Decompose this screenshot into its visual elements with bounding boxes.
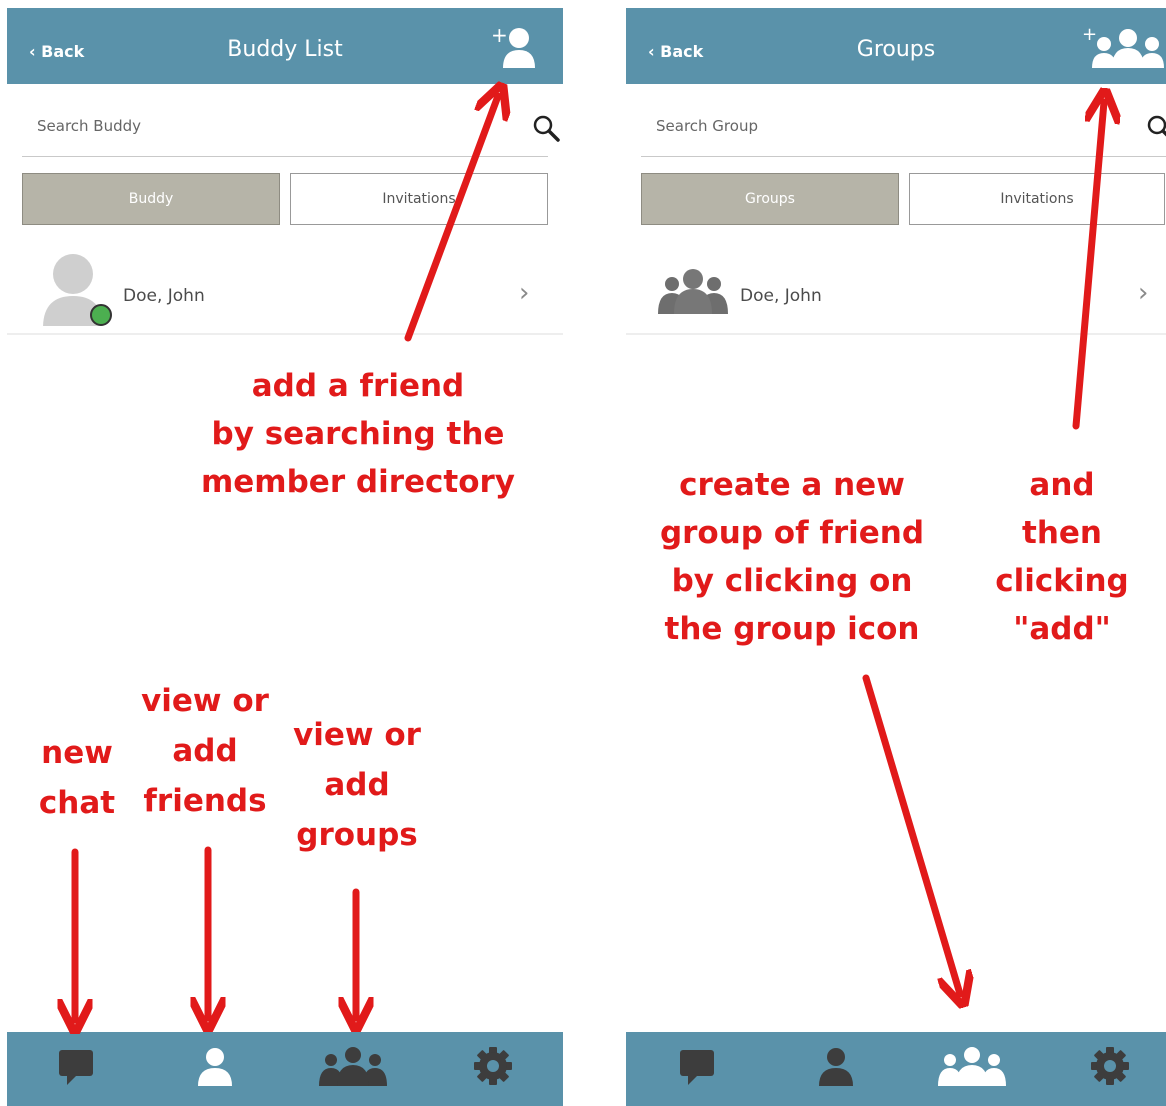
annotation-line: add a friend — [251, 368, 465, 404]
tab-buddy[interactable]: Buddy — [22, 173, 280, 225]
annotation-new-chat: new chat — [22, 728, 132, 828]
search-input[interactable] — [641, 106, 1096, 146]
search-bar — [641, 98, 1166, 157]
chat-icon — [680, 1050, 714, 1085]
add-buddy-icon: + — [491, 23, 535, 68]
annotation-then-add: and then clicking "add" — [982, 461, 1142, 653]
annotation-view-groups: view or add groups — [282, 710, 432, 860]
gear-icon — [1091, 1047, 1129, 1085]
add-group-icon: + — [1082, 24, 1164, 68]
page-title: Buddy List — [227, 37, 343, 62]
annotation-line: "add" — [1013, 611, 1111, 647]
groups-icon — [938, 1047, 1006, 1086]
tab-friends[interactable] — [195, 1046, 235, 1090]
gear-icon — [474, 1047, 512, 1085]
search-icon[interactable] — [532, 114, 560, 142]
annotation-line: groups — [296, 817, 418, 853]
buddy-name: Doe, John — [123, 286, 205, 306]
search-icon[interactable] — [1146, 114, 1166, 142]
add-group-button[interactable]: + — [1082, 24, 1166, 72]
annotation-line: add — [324, 767, 390, 803]
tab-settings[interactable] — [1090, 1046, 1130, 1090]
annotation-line: and — [1029, 467, 1095, 503]
annotation-line: by searching the — [211, 416, 505, 452]
groups-header: ‹ Back Groups + — [626, 8, 1166, 84]
annotation-line: chat — [38, 785, 116, 821]
tab-groups[interactable] — [319, 1046, 387, 1090]
annotation-line: the group icon — [664, 611, 920, 647]
tab-chat[interactable] — [57, 1046, 97, 1090]
annotation-add-friend: add a friend by searching the member dir… — [198, 362, 518, 506]
chat-icon — [59, 1050, 93, 1085]
list-item[interactable]: Doe, John › — [7, 238, 563, 335]
avatar — [43, 254, 112, 326]
annotation-line: group of friend — [659, 515, 925, 551]
annotation-line: view or — [293, 717, 421, 753]
annotation-create-group: create a new group of friend by clicking… — [646, 461, 938, 653]
tab-groups[interactable] — [938, 1046, 1006, 1090]
tab-invitations[interactable]: Invitations — [290, 173, 548, 225]
person-icon — [198, 1048, 232, 1086]
chevron-right-icon: › — [519, 278, 530, 308]
group-avatar-icon — [658, 269, 728, 314]
annotation-line: friends — [143, 783, 267, 819]
search-bar — [22, 98, 560, 157]
svg-text:+: + — [491, 26, 508, 47]
annotation-line: clicking — [995, 563, 1129, 599]
annotation-line: add — [172, 733, 238, 769]
annotation-line: member directory — [200, 464, 516, 500]
annotation-line: view or — [141, 683, 269, 719]
buddy-list-screen: ‹ Back Buddy List + Buddy Invitations Do… — [7, 8, 563, 1106]
group-name: Doe, John — [740, 286, 822, 306]
search-input[interactable] — [22, 106, 477, 146]
annotation-line: new — [41, 735, 113, 771]
svg-text:+: + — [1082, 26, 1097, 45]
tab-invitations[interactable]: Invitations — [909, 173, 1165, 225]
annotation-line: create a new — [679, 467, 905, 503]
tab-settings[interactable] — [473, 1046, 513, 1090]
annotation-view-friends: view or add friends — [130, 676, 280, 826]
person-icon — [819, 1048, 853, 1086]
tab-groups-list[interactable]: Groups — [641, 173, 899, 225]
list-item[interactable]: Doe, John › — [626, 238, 1166, 335]
add-buddy-button[interactable]: + — [489, 23, 543, 72]
buddy-header: ‹ Back Buddy List + — [7, 8, 563, 84]
chevron-right-icon: › — [1138, 278, 1149, 308]
bottom-tab-bar — [626, 1032, 1166, 1106]
annotation-line: then — [1022, 515, 1102, 551]
tab-chat[interactable] — [678, 1046, 718, 1090]
online-status-icon — [90, 304, 112, 326]
bottom-tab-bar — [7, 1032, 563, 1106]
tab-friends[interactable] — [816, 1046, 856, 1090]
annotation-line: by clicking on — [671, 563, 913, 599]
groups-icon — [319, 1047, 387, 1086]
